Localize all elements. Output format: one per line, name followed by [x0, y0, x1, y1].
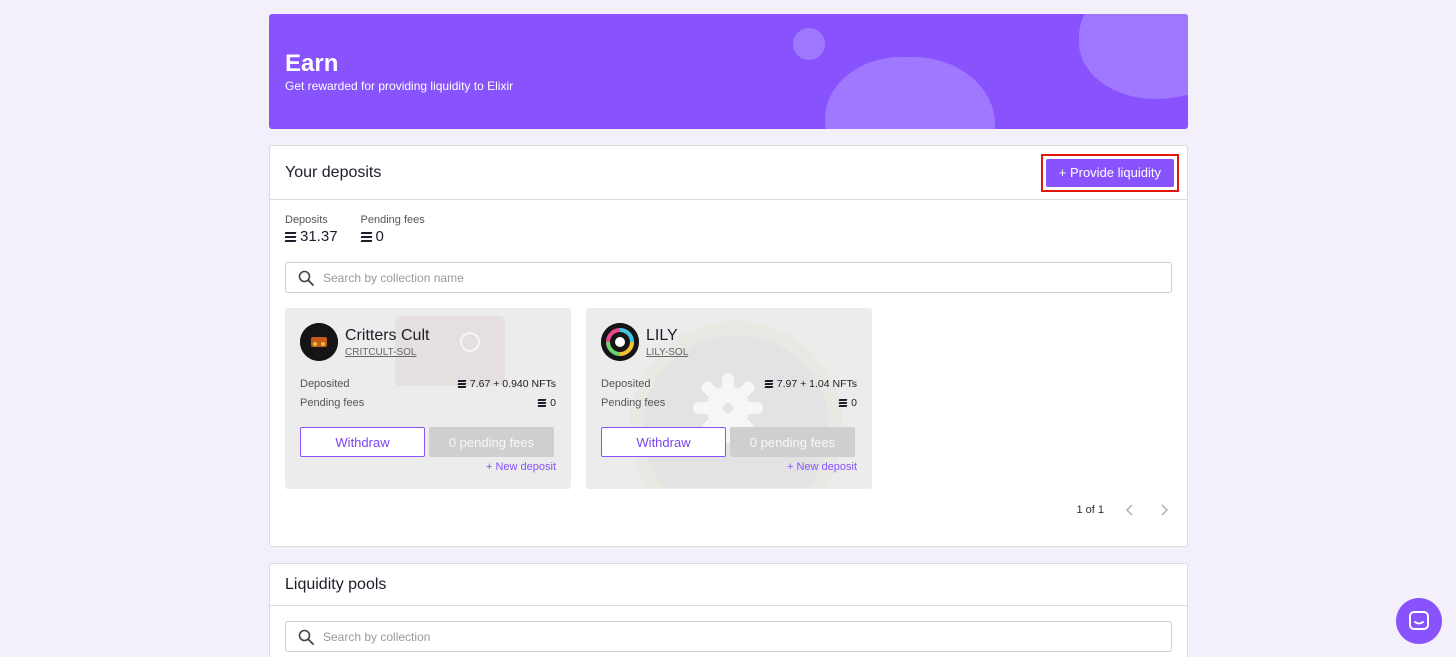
stat-pending-fees: Pending fees 0	[360, 214, 425, 245]
collection-ticker-link[interactable]: CRITCULT-SOL	[345, 347, 429, 358]
solana-icon	[457, 379, 467, 388]
solana-icon	[284, 231, 297, 242]
stat-label: Deposits	[285, 214, 328, 226]
pending-fees-label: Pending fees	[300, 396, 365, 409]
card-details: Deposited 7.67 + 0.940 NFTs Pending fees…	[300, 374, 556, 412]
collection-avatar	[300, 323, 338, 361]
solana-icon	[764, 379, 774, 388]
pending-fees-button: 0 pending fees	[730, 427, 855, 457]
pending-fees-row: Pending fees 0	[601, 393, 857, 412]
stat-deposits: Deposits 31.37	[284, 214, 338, 245]
new-deposit-link[interactable]: + New deposit	[601, 461, 857, 473]
pending-fees-row: Pending fees 0	[300, 393, 556, 412]
deposited-value: 7.97 + 1.04 NFTs	[776, 377, 857, 390]
card-header: LILY LILY-SOL	[601, 323, 857, 361]
deposited-row: Deposited 7.67 + 0.940 NFTs	[300, 374, 556, 393]
chevron-left-icon[interactable]	[1122, 502, 1138, 518]
deposit-cards: Critters Cult CRITCULT-SOL Deposited 7.6…	[270, 293, 1187, 489]
chevron-right-icon[interactable]	[1156, 502, 1172, 518]
pending-fees-label: Pending fees	[601, 396, 666, 409]
pagination: 1 of 1	[1076, 502, 1172, 518]
search-icon	[298, 629, 314, 645]
solana-icon	[537, 398, 547, 407]
deposited-row: Deposited 7.97 + 1.04 NFTs	[601, 374, 857, 393]
page-title: Earn	[285, 50, 339, 77]
banner-decoration	[1079, 14, 1188, 99]
banner-decoration	[825, 57, 995, 129]
search-icon	[298, 270, 314, 286]
stat-label: Pending fees	[360, 214, 425, 226]
pools-search	[285, 621, 1172, 652]
stat-value-row: 0	[360, 228, 425, 245]
card-details: Deposited 7.97 + 1.04 NFTs Pending fees …	[601, 374, 857, 412]
collection-name: Critters Cult	[345, 326, 430, 344]
stat-value-row: 31.37	[284, 228, 338, 245]
pool-search-input[interactable]	[323, 629, 1171, 644]
card-actions: Withdraw 0 pending fees	[300, 427, 556, 457]
solana-icon	[360, 231, 372, 242]
provide-liquidity-button[interactable]: + Provide liquidity	[1045, 158, 1174, 187]
pending-fees-value: 0	[851, 396, 857, 409]
page-indicator: 1 of 1	[1076, 504, 1104, 516]
deposited-label: Deposited	[601, 377, 651, 390]
banner-decoration	[793, 28, 825, 60]
collection-name: LILY	[646, 326, 678, 344]
collection-search-input[interactable]	[323, 270, 1171, 285]
deposits-panel: Your deposits + Provide liquidity Deposi…	[269, 145, 1188, 547]
page-subtitle: Get rewarded for providing liquidity to …	[285, 79, 514, 93]
collection-avatar	[601, 323, 639, 361]
stat-value: 0	[375, 228, 384, 245]
stat-value: 31.37	[300, 228, 338, 245]
deposited-label: Deposited	[300, 377, 350, 390]
liquidity-pools-panel: Liquidity pools	[269, 563, 1188, 657]
deposited-value: 7.67 + 0.940 NFTs	[469, 377, 556, 390]
pending-fees-value: 0	[550, 396, 556, 409]
deposits-title: Your deposits	[285, 163, 382, 181]
earn-banner: Earn Get rewarded for providing liquidit…	[269, 14, 1188, 129]
card-actions: Withdraw 0 pending fees	[601, 427, 857, 457]
new-deposit-link[interactable]: + New deposit	[300, 461, 556, 473]
pending-fees-button: 0 pending fees	[429, 427, 554, 457]
solana-icon	[838, 398, 848, 407]
withdraw-button[interactable]: Withdraw	[300, 427, 425, 457]
card-header: Critters Cult CRITCULT-SOL	[300, 323, 556, 361]
collection-ticker-link[interactable]: LILY-SOL	[646, 347, 688, 358]
provide-liquidity-highlight: + Provide liquidity	[1040, 153, 1179, 192]
deposits-search	[285, 262, 1172, 293]
chat-support-button[interactable]	[1396, 598, 1442, 644]
deposits-header: Your deposits + Provide liquidity	[270, 146, 1187, 200]
pools-title: Liquidity pools	[285, 575, 387, 593]
critters-cult-logo	[300, 323, 338, 361]
lily-logo	[601, 323, 639, 361]
page-container: Earn Get rewarded for providing liquidit…	[269, 14, 1188, 657]
chat-icon	[1409, 611, 1429, 630]
withdraw-button[interactable]: Withdraw	[601, 427, 726, 457]
deposit-stats: Deposits 31.37 Pending fees 0	[270, 200, 1187, 245]
pools-header: Liquidity pools	[270, 564, 1187, 606]
deposit-card: Critters Cult CRITCULT-SOL Deposited 7.6…	[285, 308, 571, 489]
deposit-card: LILY LILY-SOL Deposited 7.97 + 1.04 NFTs…	[586, 308, 872, 489]
